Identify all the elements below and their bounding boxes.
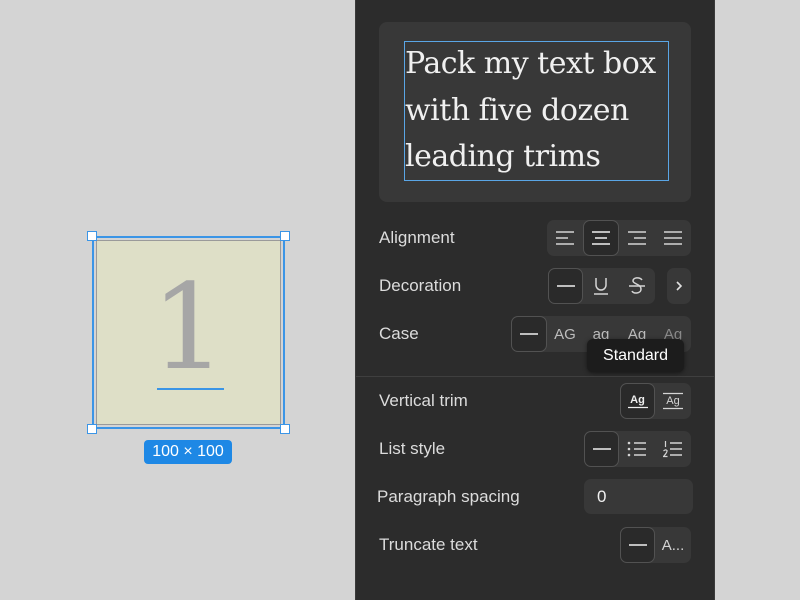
section-divider — [356, 376, 714, 377]
truncate-ellipsis-label: A... — [661, 536, 685, 554]
resize-handle-bottom-right[interactable] — [280, 424, 290, 434]
numbered-list-icon — [663, 441, 682, 458]
case-none-button[interactable] — [511, 316, 547, 352]
decoration-more-option — [667, 268, 691, 304]
case-label: Case — [379, 324, 419, 343]
text-preview-card: Pack my text box with five dozen leading… — [379, 22, 691, 202]
decoration-more-button[interactable] — [667, 268, 691, 304]
text-preview-box: Pack my text box with five dozen leading… — [404, 41, 669, 181]
paragraph-spacing-input[interactable]: 0 — [584, 479, 693, 514]
resize-handle-top-right[interactable] — [280, 231, 290, 241]
case-uppercase-button[interactable]: AG — [547, 316, 583, 352]
bulleted-list-button[interactable] — [619, 431, 655, 467]
justify-icon — [664, 231, 682, 245]
align-left-icon — [556, 231, 574, 245]
text-frame[interactable]: 1 — [92, 236, 285, 429]
strikethrough-icon — [629, 277, 645, 294]
align-left-button[interactable] — [547, 220, 583, 256]
vertical-trim-cap-height-button[interactable]: Ag — [655, 383, 691, 419]
dash-icon — [556, 285, 575, 287]
frame-text[interactable]: 1 — [94, 252, 283, 402]
justify-button[interactable] — [655, 220, 691, 256]
vertical-trim-label: Vertical trim — [379, 391, 468, 410]
truncate-text-label: Truncate text — [379, 535, 478, 554]
alignment-control — [547, 220, 691, 256]
trim-standard-icon — [627, 406, 648, 408]
underline-icon — [594, 278, 608, 295]
dash-icon — [520, 333, 538, 335]
decoration-control — [548, 268, 655, 304]
case-uppercase-label: AG — [554, 325, 576, 343]
align-center-icon — [592, 231, 610, 245]
preview-line-1: Pack my text box — [405, 46, 656, 81]
trim-cap-bottom-icon — [663, 407, 683, 410]
truncate-text-control: A... — [620, 527, 691, 563]
list-style-control — [584, 431, 691, 467]
underline-button[interactable] — [583, 268, 619, 304]
preview-line-3: leading trims — [405, 139, 601, 174]
vertical-trim-control: Ag Ag — [620, 383, 691, 419]
dash-icon — [628, 544, 647, 546]
chevron-right-icon — [676, 281, 683, 291]
align-center-button[interactable] — [583, 220, 619, 256]
decoration-label: Decoration — [379, 276, 462, 295]
list-none-button[interactable] — [584, 431, 619, 467]
preview-line-2: with five dozen — [405, 93, 629, 128]
list-style-label: List style — [379, 439, 446, 458]
decoration-none-button[interactable] — [548, 268, 583, 304]
typography-panel: Pack my text box with five dozen leading… — [355, 0, 715, 600]
numbered-list-button[interactable] — [655, 431, 691, 467]
alignment-label: Alignment — [379, 228, 455, 247]
align-right-button[interactable] — [619, 220, 655, 256]
align-right-icon — [628, 231, 646, 245]
resize-handle-top-left[interactable] — [87, 231, 97, 241]
truncate-ellipsis-button[interactable]: A... — [655, 527, 691, 563]
resize-handle-bottom-left[interactable] — [87, 424, 97, 434]
size-badge: 100 × 100 — [144, 440, 232, 464]
paragraph-spacing-label: Paragraph spacing — [377, 487, 520, 506]
bulleted-list-icon — [627, 441, 646, 457]
tooltip: Standard — [587, 339, 684, 372]
trim-standard-label: Ag — [630, 393, 645, 406]
trim-cap-height-label: Ag — [666, 395, 680, 407]
truncate-none-button[interactable] — [620, 527, 655, 563]
strikethrough-button[interactable] — [619, 268, 655, 304]
dash-icon — [592, 448, 611, 450]
baseline-indicator — [157, 388, 224, 390]
vertical-trim-standard-button[interactable]: Ag — [620, 383, 655, 419]
